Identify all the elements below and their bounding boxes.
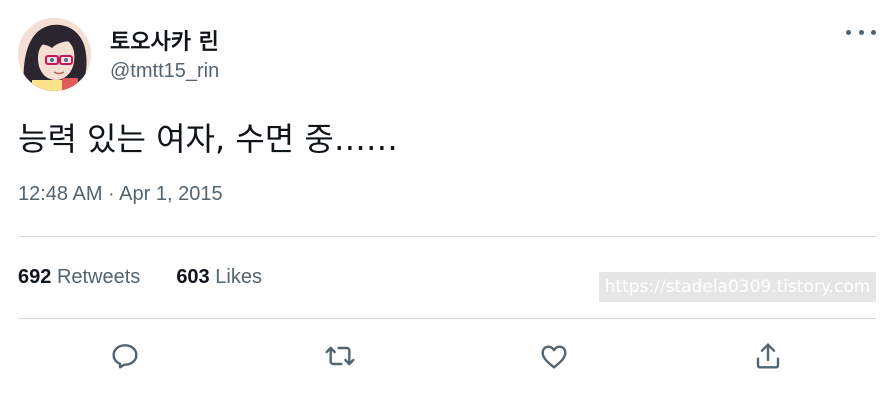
tweet-timestamp[interactable]: 12:48 AM · Apr 1, 2015 <box>18 183 223 206</box>
action-bar <box>0 336 894 376</box>
dot <box>858 29 864 35</box>
dot <box>846 29 851 35</box>
reply-icon <box>112 344 138 369</box>
retweets-stat[interactable]: 692 Retweets <box>18 266 140 289</box>
share-icon <box>756 343 780 369</box>
retweets-count: 692 <box>18 266 52 288</box>
likes-label: Likes <box>215 266 262 288</box>
watermark: https://stadela0309.tistory.com <box>599 272 876 302</box>
like-button[interactable] <box>534 336 574 376</box>
display-name[interactable]: 토오사카 린 <box>110 24 219 56</box>
likes-count: 603 <box>176 266 210 288</box>
tweet-stats: 692 Retweets 603 Likes <box>18 266 262 289</box>
tweet-text: 능력 있는 여자, 수면 중…… <box>18 120 398 158</box>
avatar[interactable] <box>18 18 91 91</box>
likes-stat[interactable]: 603 Likes <box>176 266 262 289</box>
avatar-image <box>18 18 91 91</box>
divider <box>18 318 876 319</box>
retweet-button[interactable] <box>320 336 360 376</box>
dot <box>871 29 876 35</box>
share-button[interactable] <box>748 336 788 376</box>
divider <box>18 236 876 237</box>
like-icon <box>541 345 567 369</box>
retweet-icon <box>325 346 355 366</box>
retweets-label: Retweets <box>56 266 141 288</box>
more-options-icon[interactable] <box>846 20 876 44</box>
user-handle[interactable]: @tmtt15_rin <box>110 60 219 83</box>
reply-button[interactable] <box>105 336 145 376</box>
